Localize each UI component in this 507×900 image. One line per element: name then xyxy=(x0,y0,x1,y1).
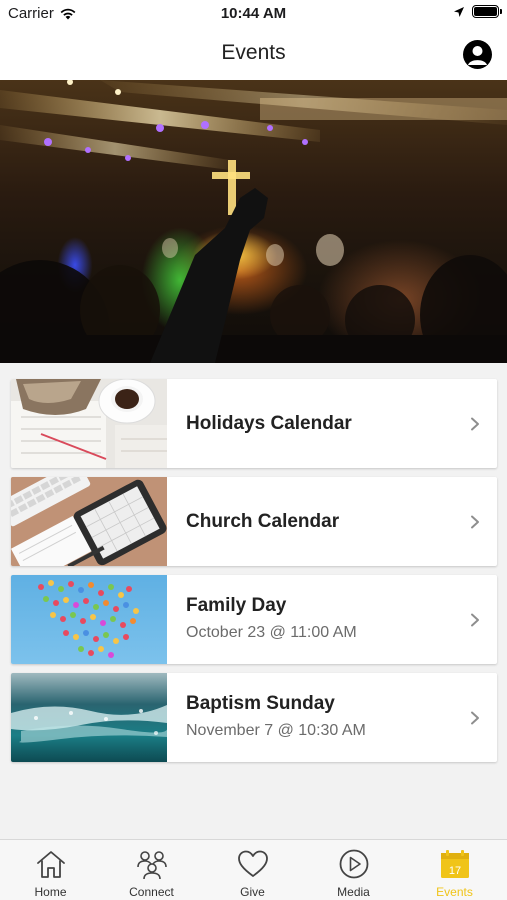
page-title: Events xyxy=(221,41,286,64)
tab-connect[interactable]: Connect xyxy=(101,840,202,900)
hero-image xyxy=(0,80,507,363)
chevron-right-icon xyxy=(471,515,479,529)
event-title: Church Calendar xyxy=(186,511,340,532)
event-title: Baptism Sunday xyxy=(186,693,335,714)
people-icon xyxy=(137,851,167,880)
tab-home[interactable]: Home xyxy=(0,840,101,900)
tab-events[interactable]: 17 Events xyxy=(404,840,505,900)
event-thumbnail xyxy=(11,477,167,566)
tab-give[interactable]: Give xyxy=(202,840,303,900)
location-arrow-icon xyxy=(454,6,464,17)
event-datetime: October 23 @ 11:00 AM xyxy=(186,624,357,641)
chevron-right-icon xyxy=(471,613,479,627)
event-card-baptism-sunday[interactable]: Baptism Sunday November 7 @ 10:30 AM xyxy=(11,673,497,762)
tab-label: Events xyxy=(436,885,473,899)
event-thumbnail xyxy=(11,379,167,468)
event-thumbnail xyxy=(11,673,167,762)
tab-label: Connect xyxy=(129,885,174,899)
crowd-silhouette-decoration xyxy=(0,188,507,363)
calendar-day-label: 17 xyxy=(449,865,461,877)
tab-bar: Home Connect Give Media 17 Events xyxy=(0,839,507,900)
event-datetime: November 7 @ 10:30 AM xyxy=(186,722,366,739)
heart-icon xyxy=(238,850,268,877)
event-title: Holidays Calendar xyxy=(186,413,352,434)
chevron-right-icon xyxy=(471,711,479,725)
event-card-family-day[interactable]: Family Day October 23 @ 11:00 AM xyxy=(11,575,497,664)
status-time: 10:44 AM xyxy=(220,5,287,22)
tab-label: Home xyxy=(34,885,67,899)
chevron-right-icon xyxy=(471,417,479,431)
battery-icon xyxy=(472,5,502,18)
nav-bar: Events xyxy=(0,28,507,80)
play-icon xyxy=(339,849,369,879)
tab-label: Media xyxy=(337,885,370,899)
tab-label: Give xyxy=(240,885,265,899)
event-card-holidays-calendar[interactable]: Holidays Calendar xyxy=(11,379,497,468)
status-right xyxy=(453,5,502,18)
tab-media[interactable]: Media xyxy=(303,840,404,900)
home-icon xyxy=(37,851,65,878)
event-card-church-calendar[interactable]: Church Calendar xyxy=(11,477,497,566)
calendar-icon: 17 xyxy=(441,850,469,878)
user-icon xyxy=(468,46,487,65)
profile-button[interactable] xyxy=(463,40,492,69)
status-bar: Carrier 10:44 AM xyxy=(0,0,507,28)
event-thumbnail xyxy=(11,575,167,664)
event-title: Family Day xyxy=(186,595,287,616)
